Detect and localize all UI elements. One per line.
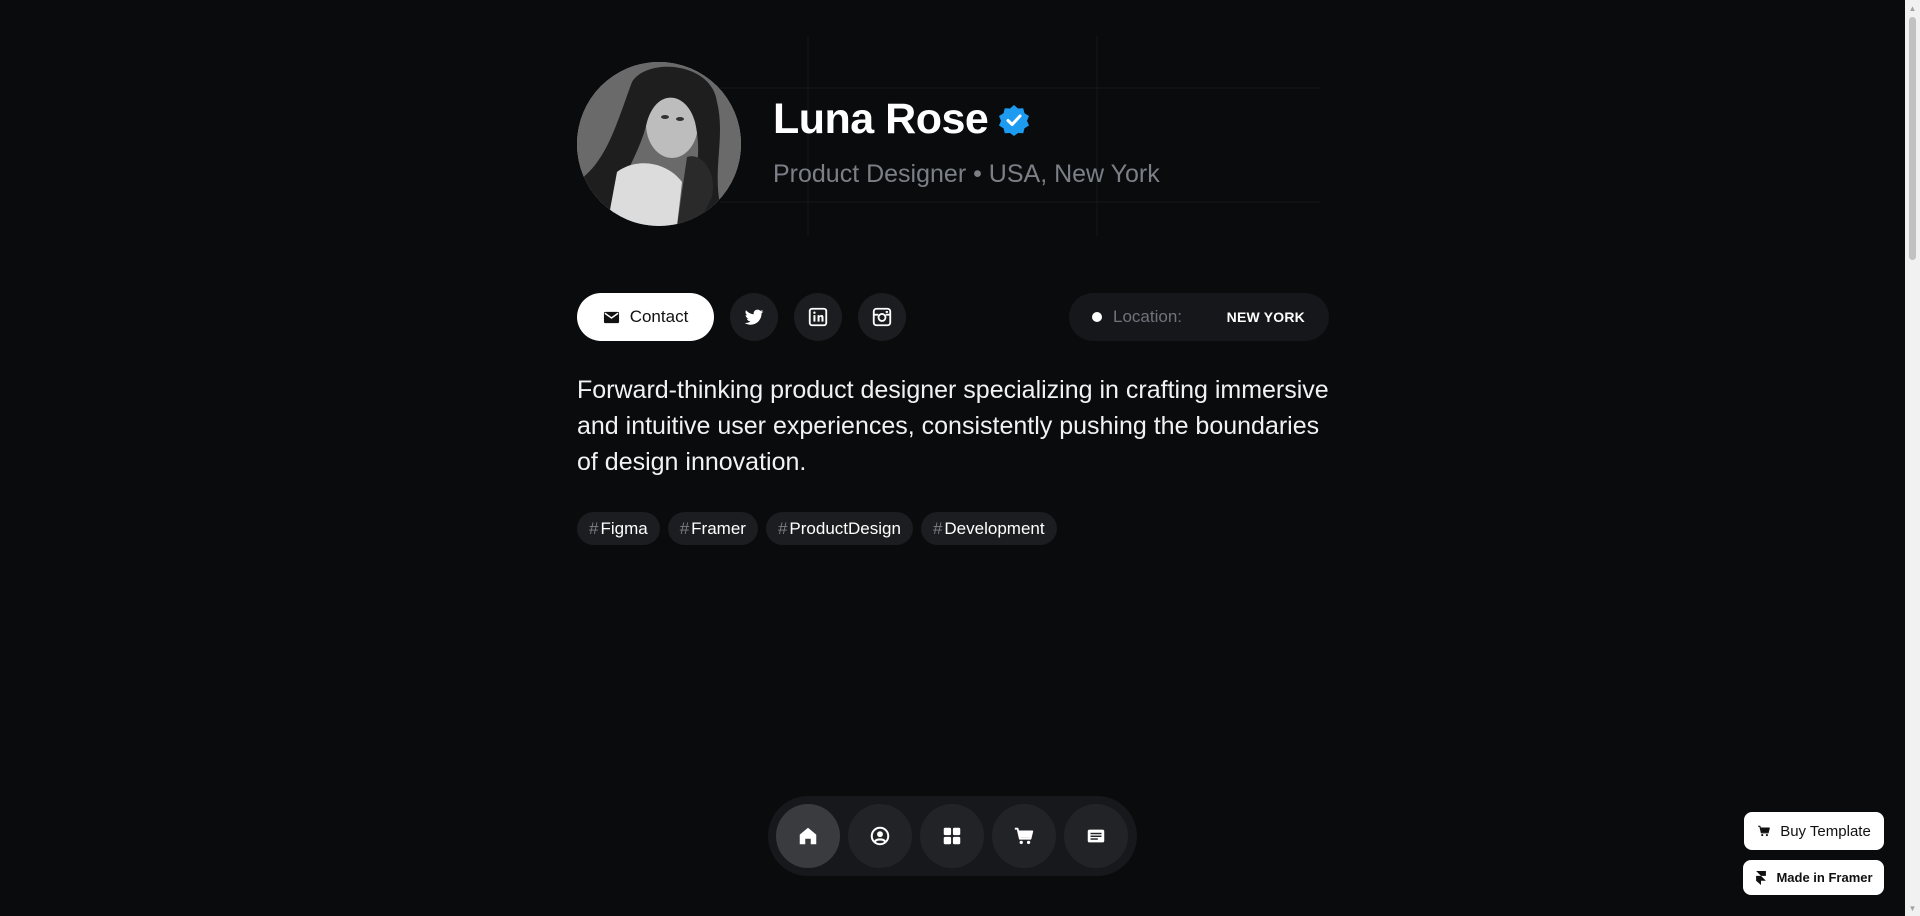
avatar	[577, 62, 741, 226]
tag-label: Development	[944, 518, 1045, 538]
dock-home-button[interactable]	[776, 804, 840, 868]
tag-label: Figma	[600, 518, 648, 538]
mail-icon	[603, 311, 619, 323]
bottom-dock	[768, 796, 1137, 876]
tag-figma[interactable]: # Figma	[577, 512, 660, 545]
tag-label: Framer	[691, 518, 746, 538]
grid-icon	[943, 827, 961, 845]
location-label: Location:	[1113, 307, 1182, 326]
vertical-scrollbar[interactable]: ▲ ▼	[1905, 0, 1920, 916]
linkedin-icon	[808, 307, 828, 327]
location-value: NEW YORK	[1226, 309, 1305, 325]
bio-text: Forward-thinking product designer specia…	[577, 376, 1329, 476]
profile-icon	[870, 826, 890, 846]
twitter-icon	[744, 309, 764, 325]
dock-cart-button[interactable]	[992, 804, 1056, 868]
profile-name: Luna Rose	[773, 95, 989, 143]
name-row: Luna Rose	[773, 98, 1030, 141]
verified-badge-icon	[999, 104, 1030, 136]
contact-label: Contact	[629, 307, 689, 326]
profile-subtitle: Product Designer • USA, New York	[773, 160, 1160, 188]
cart-icon	[1014, 827, 1034, 845]
made-in-framer-label: Made in Framer	[1776, 870, 1873, 885]
tag-hash: #	[932, 518, 943, 538]
tag-development[interactable]: # Development	[920, 512, 1057, 545]
status-dot	[1092, 312, 1102, 322]
instagram-icon	[872, 307, 892, 327]
linkedin-button[interactable]	[794, 293, 842, 341]
framer-logo-icon	[1756, 870, 1767, 885]
portrait-photo	[577, 62, 741, 226]
buy-template-label: Buy Template	[1780, 822, 1871, 840]
tag-hash: #	[679, 518, 690, 538]
scrollbar-thumb[interactable]	[1909, 17, 1916, 260]
dock-profile-button[interactable]	[848, 804, 912, 868]
home-icon	[799, 827, 817, 845]
twitter-button[interactable]	[730, 293, 778, 341]
tag-hash: #	[589, 518, 599, 538]
buy-template-button[interactable]: Buy Template	[1744, 812, 1884, 850]
dock-notes-button[interactable]	[1064, 804, 1128, 868]
instagram-button[interactable]	[858, 293, 906, 341]
notes-icon	[1087, 829, 1105, 843]
contact-button[interactable]: Contact	[577, 293, 714, 341]
action-row: Contact Location: NEW YORK	[577, 293, 1329, 341]
tag-label: ProductDesign	[789, 518, 901, 538]
cart-icon	[1758, 825, 1771, 837]
scroll-up-arrow-icon[interactable]: ▲	[1905, 0, 1920, 16]
dock-grid-button[interactable]	[920, 804, 984, 868]
tag-list: # Figma # Framer # ProductDesign # Devel…	[577, 512, 1057, 545]
profile-header: Luna Rose Product Designer • USA, New Yo…	[577, 62, 1329, 227]
tag-framer[interactable]: # Framer	[667, 512, 758, 545]
location-pill: Location: NEW YORK	[1069, 293, 1329, 341]
scroll-down-arrow-icon[interactable]: ▼	[1905, 900, 1920, 916]
made-in-framer-button[interactable]: Made in Framer	[1743, 860, 1884, 895]
tag-hash: #	[777, 518, 788, 538]
tag-productdesign[interactable]: # ProductDesign	[765, 512, 913, 545]
